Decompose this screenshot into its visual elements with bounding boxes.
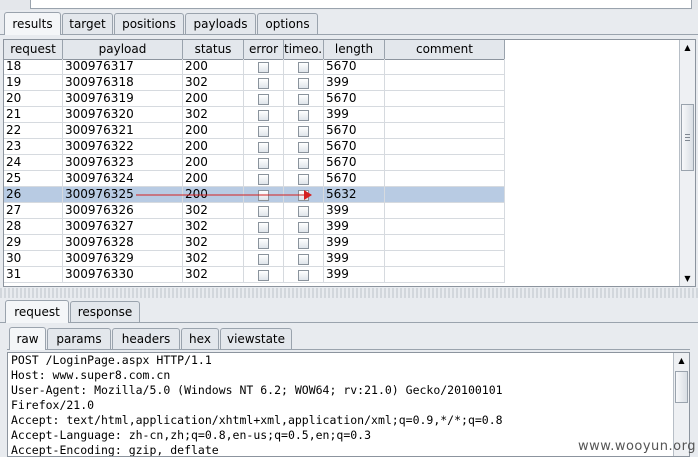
tab-headers[interactable]: headers (112, 328, 180, 349)
tab-underline (0, 34, 698, 35)
table-scrollbar[interactable]: ▲ ▼ (679, 40, 695, 286)
tab-results-label: results (12, 17, 53, 31)
tab-payloads[interactable]: payloads (185, 13, 256, 34)
tab-request-label: request (14, 305, 60, 319)
sub-tab-underline (7, 349, 690, 350)
tab-positions-label: positions (122, 17, 176, 31)
watermark: www.wooyun.org (577, 439, 696, 454)
request-line: User-Agent: Mozilla/5.0 (Windows NT 6.2;… (11, 383, 503, 397)
tab-positions[interactable]: positions (114, 13, 184, 34)
tab-params-label: params (56, 332, 102, 346)
tab-options-label: options (265, 17, 310, 31)
tab-params[interactable]: params (47, 328, 111, 349)
tab-raw-label: raw (16, 332, 39, 346)
tab-headers-label: headers (121, 332, 171, 346)
annotation-overlay (136, 190, 312, 200)
tab-target-label: target (69, 17, 106, 31)
editor-scroll-up-icon[interactable]: ▲ (674, 353, 689, 368)
tab-results[interactable]: results (4, 12, 61, 35)
results-table: request payload status error timeo... le… (3, 39, 696, 287)
tab-payloads-label: payloads (193, 17, 248, 31)
request-line: Accept: text/html,application/xhtml+xml,… (11, 413, 503, 427)
tab-viewstate[interactable]: viewstate (220, 328, 292, 349)
scroll-thumb[interactable] (681, 104, 694, 171)
request-line: POST /LoginPage.aspx HTTP/1.1 (11, 353, 212, 367)
split-divider[interactable] (0, 288, 698, 298)
request-line: Host: www.super8.com.cn (11, 368, 171, 382)
top-field (30, 0, 692, 9)
tab-hex[interactable]: hex (181, 328, 219, 349)
tab-options[interactable]: options (257, 13, 318, 34)
tab-viewstate-label: viewstate (226, 332, 286, 346)
tab-response[interactable]: response (70, 301, 140, 322)
tab-response-label: response (77, 305, 133, 319)
scroll-down-icon[interactable]: ▼ (680, 271, 695, 286)
scroll-up-icon[interactable]: ▲ (680, 40, 695, 55)
tab-hex-label: hex (189, 332, 211, 346)
annotation-arrowhead (304, 190, 312, 200)
tab-target[interactable]: target (62, 13, 113, 34)
request-line: Firefox/21.0 (11, 398, 95, 412)
tab-request[interactable]: request (5, 300, 69, 323)
mid-tab-underline (0, 322, 698, 323)
tab-raw[interactable]: raw (9, 327, 46, 350)
editor-scroll-thumb[interactable] (675, 371, 688, 403)
top-strip (0, 0, 698, 10)
